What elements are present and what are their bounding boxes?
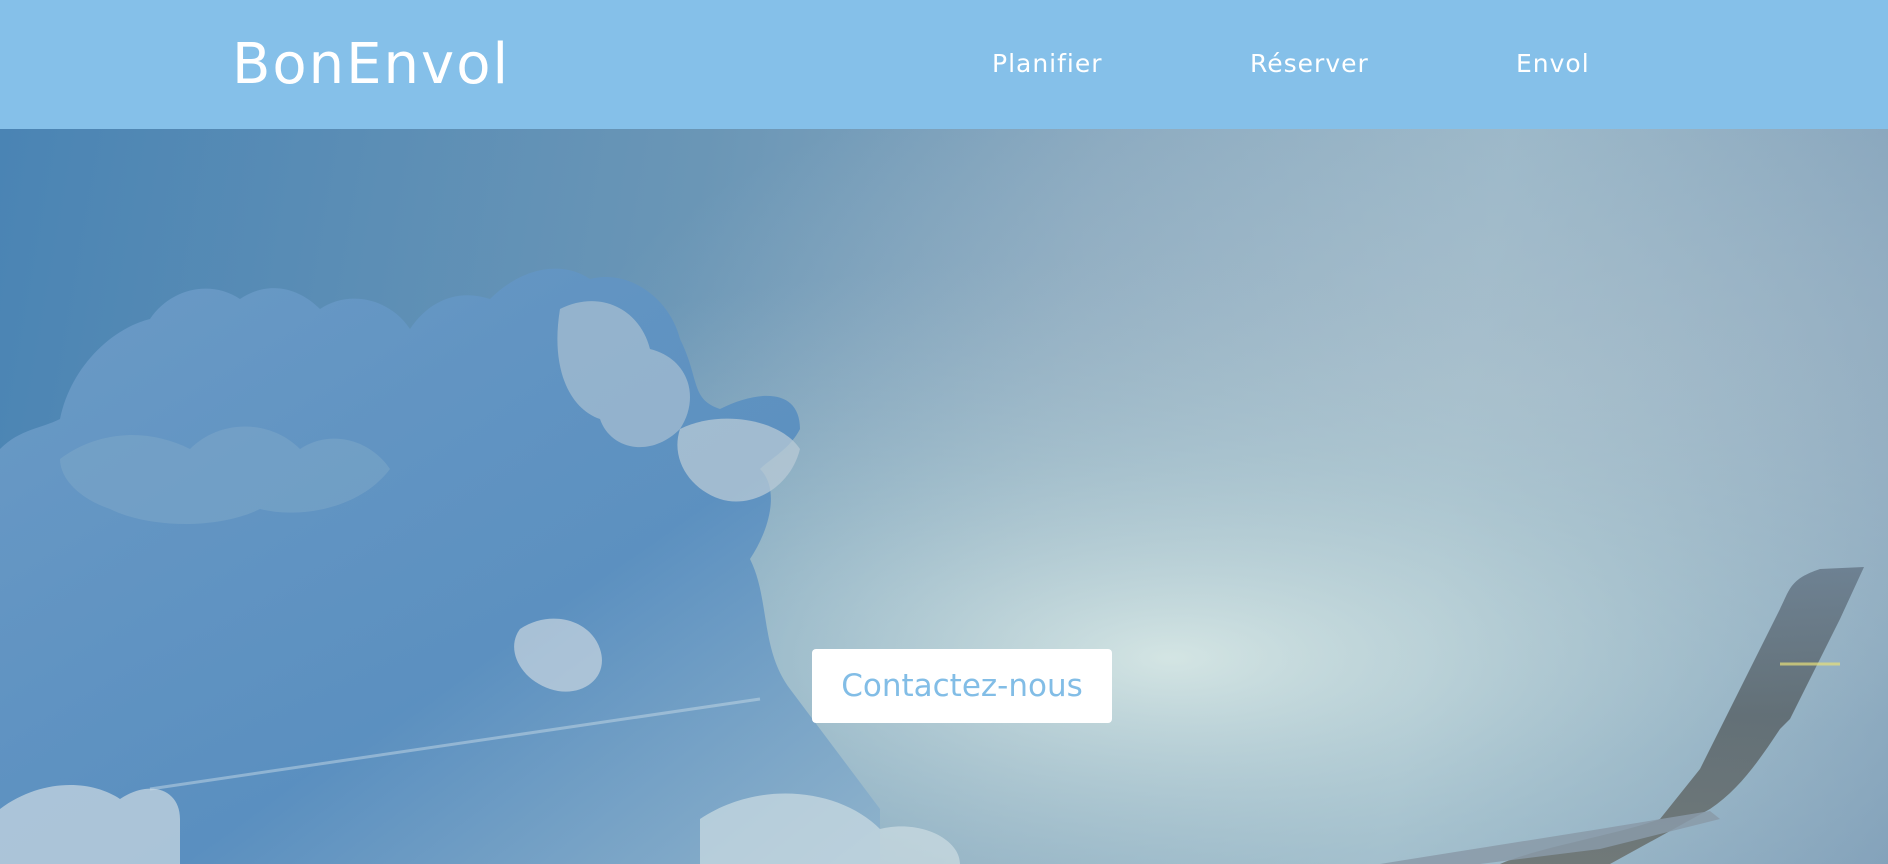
nav-link-planifier[interactable]: Planifier [992,48,1103,80]
nav-link-envol[interactable]: Envol [1516,48,1590,80]
hero-section: Contactez-nous [0,129,1888,864]
site-logo[interactable]: BonEnvol [232,27,510,103]
contact-us-button[interactable]: Contactez-nous [812,649,1112,723]
site-header: BonEnvol Planifier Réserver Envol [0,0,1888,129]
hero-background-image [0,129,1888,864]
nav-link-reserver[interactable]: Réserver [1250,48,1369,80]
